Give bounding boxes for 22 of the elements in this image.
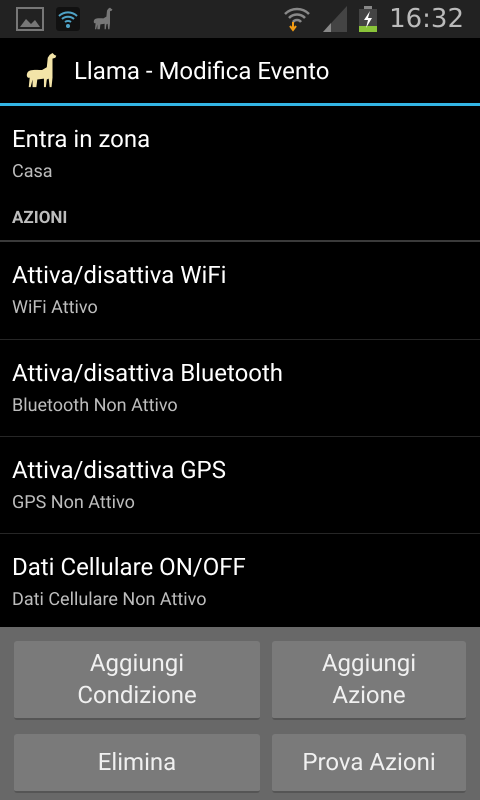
window-title: Llama - Modifica Evento	[74, 56, 330, 86]
item-subtitle: WiFi Attivo	[12, 296, 99, 320]
item-title: Attiva/disattiva Bluetooth	[12, 358, 284, 388]
battery-icon	[359, 6, 378, 32]
item-subtitle: Casa	[12, 160, 54, 184]
item-title: Entra in zona	[12, 124, 152, 154]
action-button[interactable]: Aggiungi Condizione	[14, 641, 260, 720]
action-button[interactable]: Elimina	[14, 734, 260, 793]
wifi-icon	[56, 7, 80, 31]
item-title: Dati Cellulare ON/OFF	[12, 552, 247, 582]
item-title: Attiva/disattiva GPS	[12, 454, 227, 484]
action-button[interactable]: Prova Azioni	[272, 734, 466, 793]
section-header: AZIONI	[12, 206, 68, 230]
status-time: 16:32	[389, 2, 464, 36]
item-subtitle: Dati Cellulare Non Attivo	[12, 588, 208, 612]
action-button[interactable]: Aggiungi Azione	[272, 641, 466, 720]
item-subtitle: GPS Non Attivo	[12, 490, 136, 514]
item-title: Attiva/disattiva WiFi	[12, 260, 228, 290]
cell-signal-icon	[323, 6, 348, 32]
image-icon	[16, 7, 44, 31]
item-subtitle: Bluetooth Non Attivo	[12, 394, 179, 418]
wifi-signal-icon	[283, 6, 312, 32]
